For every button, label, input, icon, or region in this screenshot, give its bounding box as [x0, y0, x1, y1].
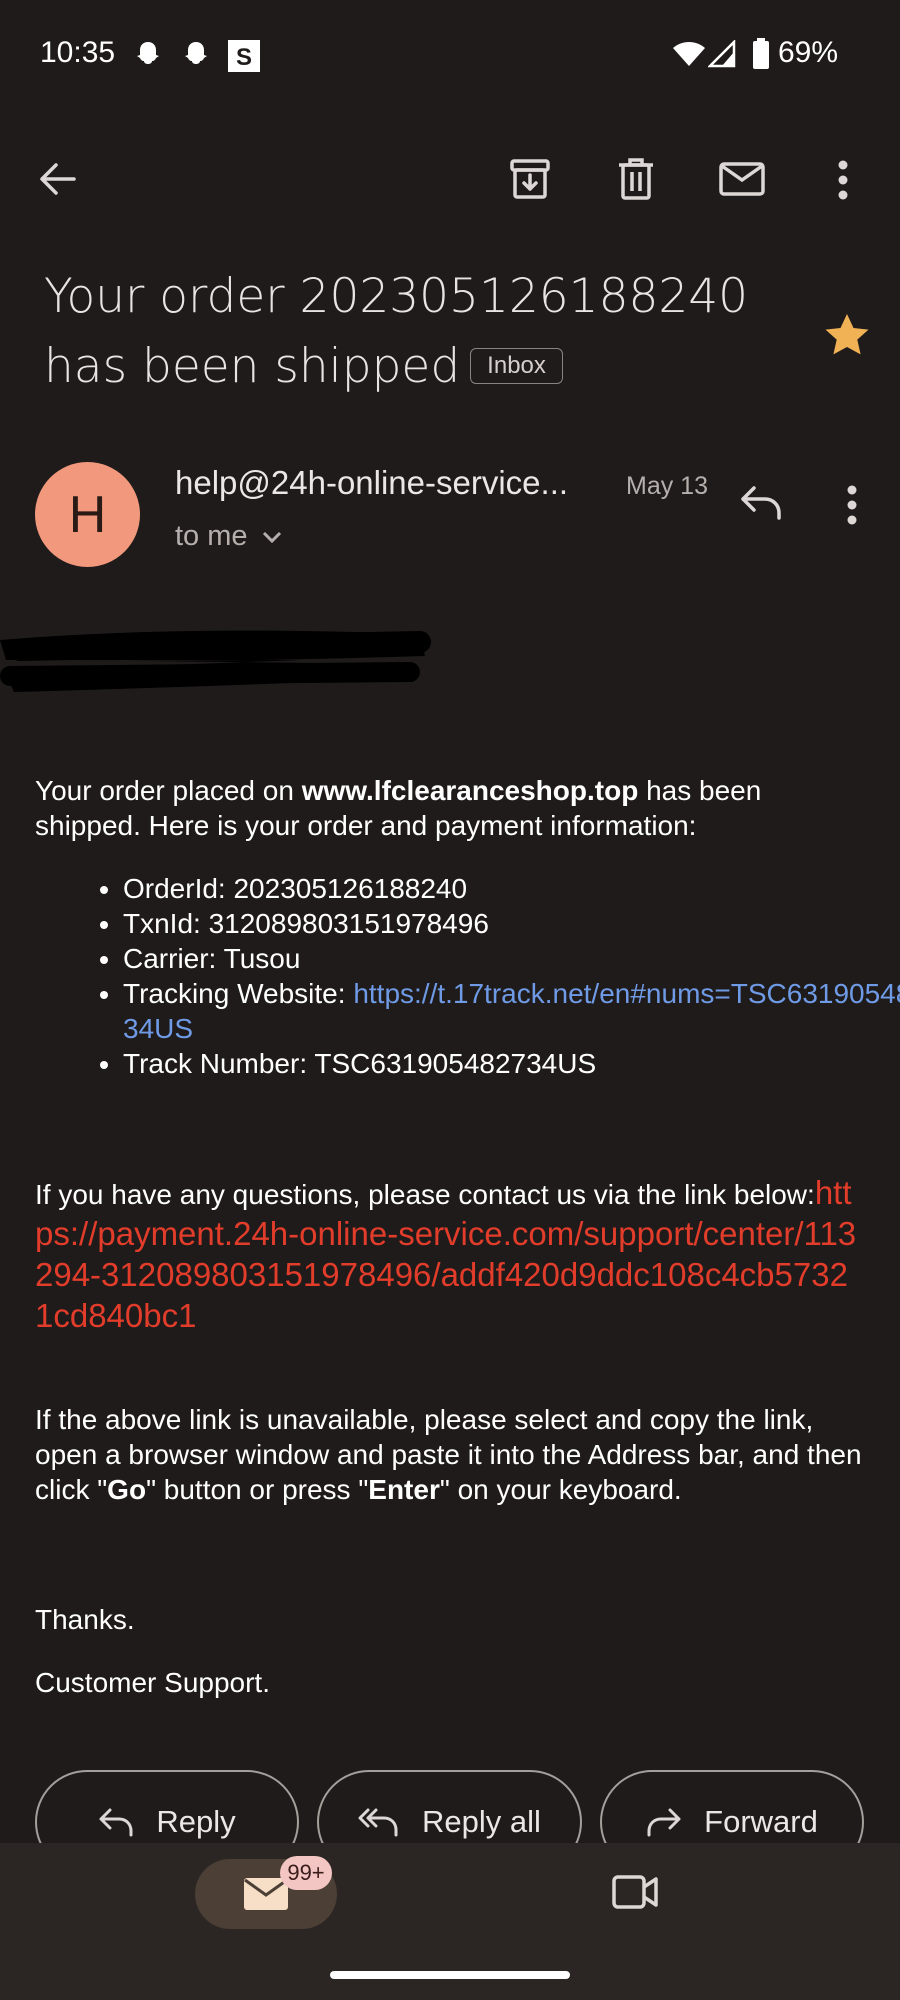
questions-paragraph: If you have any questions, please contac… [35, 1172, 865, 1336]
svg-text:S: S [236, 44, 252, 71]
questions-text: If you have any questions, please contac… [35, 1179, 815, 1210]
mark-unread-icon[interactable] [719, 162, 765, 196]
wifi-icon [672, 40, 706, 68]
status-time: 10:35 [40, 36, 116, 69]
recipient-text: to me [175, 520, 248, 552]
delete-icon[interactable] [617, 157, 655, 201]
subject-text: Your order 202305126188240 has been ship… [44, 269, 749, 394]
s-app-icon: S [228, 40, 260, 72]
reply-icon [98, 1808, 134, 1838]
snapchat-icon [181, 40, 211, 70]
go-word: Go [107, 1474, 147, 1505]
home-indicator[interactable] [330, 1971, 570, 1979]
redacted-scribble [0, 620, 440, 705]
chevron-down-icon [262, 530, 282, 544]
item-label: TxnId: [123, 908, 209, 939]
signature-text: Customer Support. [35, 1667, 270, 1698]
more-vert-icon[interactable] [838, 160, 848, 200]
forward-icon [646, 1808, 682, 1838]
enter-word: Enter [368, 1474, 440, 1505]
reply-all-icon [358, 1808, 400, 1838]
signal-icon [708, 40, 736, 68]
item-label: Carrier: [123, 943, 224, 974]
star-icon[interactable] [824, 312, 870, 356]
meet-video-icon[interactable] [612, 1874, 658, 1910]
item-label: OrderId: [123, 873, 234, 904]
instructions-text: " on your keyboard. [439, 1474, 682, 1505]
order-info-list: OrderId: 202305126188240 TxnId: 31208980… [35, 871, 900, 1081]
email-date: May 13 [626, 472, 708, 500]
intro-text: Your order placed on [35, 775, 302, 806]
list-item: OrderId: 202305126188240 [123, 871, 900, 906]
list-item: Carrier: Tusou [123, 941, 900, 976]
reply-label: Reply [156, 1804, 236, 1839]
inbox-label-chip[interactable]: Inbox [470, 347, 563, 384]
instructions-text: " button or press " [146, 1474, 369, 1505]
forward-label: Forward [704, 1804, 818, 1839]
sender-avatar[interactable]: H [35, 462, 140, 567]
list-item: Track Number: TSC631905482734US [123, 1046, 900, 1081]
body-intro: Your order placed on www.lfclearanceshop… [35, 773, 865, 843]
battery-icon [752, 38, 770, 70]
item-value: 312089803151978496 [208, 908, 489, 939]
battery-percent: 69% [777, 36, 838, 69]
email-subject: Your order 202305126188240 has been ship… [44, 262, 784, 402]
sender-address[interactable]: help@24h-online-service... [175, 464, 568, 502]
list-item: TxnId: 312089803151978496 [123, 906, 900, 941]
item-value: TSC631905482734US [314, 1048, 597, 1079]
snapchat-icon [133, 40, 163, 70]
item-label: Tracking Website: [123, 978, 354, 1009]
copy-instructions: If the above link is unavailable, please… [35, 1402, 865, 1507]
item-label: Track Number: [123, 1048, 315, 1079]
message-more-icon[interactable] [847, 485, 857, 525]
item-value: Tusou [223, 943, 301, 974]
list-item: Tracking Website: https://t.17track.net/… [123, 976, 900, 1046]
reply-icon[interactable] [740, 486, 782, 520]
item-value: 202305126188240 [233, 873, 468, 904]
recipient-toggle[interactable]: to me [175, 520, 282, 553]
archive-icon[interactable] [509, 158, 551, 200]
thanks-text: Thanks. [35, 1604, 135, 1635]
unread-count-badge: 99+ [280, 1856, 332, 1890]
store-domain: www.lfclearanceshop.top [301, 775, 639, 806]
back-arrow-icon[interactable] [38, 159, 78, 199]
reply-all-label: Reply all [422, 1804, 541, 1839]
